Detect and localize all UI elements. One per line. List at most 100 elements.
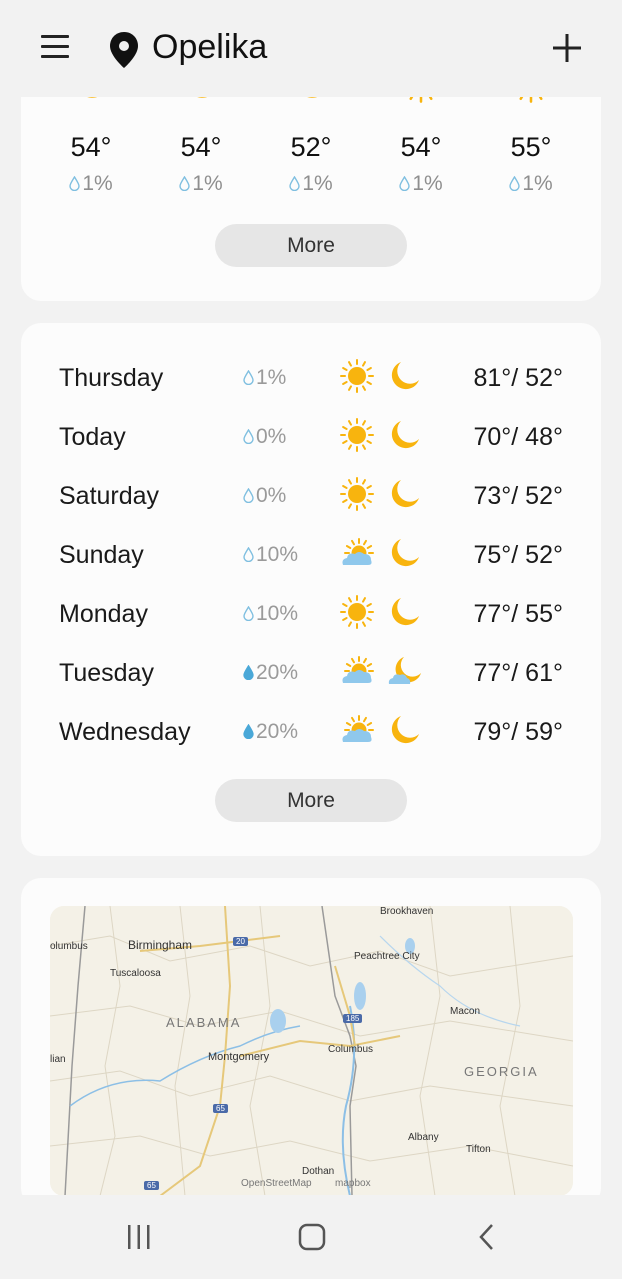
raindrop-icon [243, 425, 256, 448]
map-city-label: Tuscaloosa [110, 968, 161, 979]
map-attribution-osm[interactable]: OpenStreetMap [241, 1178, 312, 1189]
moon-icon [387, 476, 423, 517]
map-state-label: GEORGIA [464, 1064, 539, 1079]
high-low-temps: 70°/ 48° [473, 423, 563, 451]
hourly-forecast-card: 54° 1% 54° 1% 52° 1% 54° 1% 55° 1% More [21, 59, 601, 301]
daily-precip: 20% [243, 661, 298, 685]
daily-precip-value: 1% [256, 366, 287, 389]
daily-row[interactable]: Wednesday 20% 79°/ 59° [21, 708, 601, 758]
day-name: Thursday [59, 364, 164, 392]
map-city-label: olumbus [50, 941, 88, 952]
map-city-label: Peachtree City [354, 951, 420, 962]
highway-shield: 65 [213, 1104, 228, 1113]
partly-cloudy-icon [339, 653, 375, 694]
daily-precip: 0% [243, 425, 286, 449]
top-app-bar: Opelika [0, 0, 622, 97]
hourly-precip: 1% [46, 172, 136, 196]
daily-precip-value: 10% [256, 543, 299, 566]
daily-row[interactable]: Tuesday 20% 77°/ 61° [21, 649, 601, 699]
back-icon[interactable] [477, 1223, 497, 1251]
daily-precip: 0% [243, 484, 286, 508]
daily-row[interactable]: Today 0% 70°/ 48° [21, 413, 601, 463]
daily-precip: 1% [243, 366, 286, 390]
map-state-label: ALABAMA [166, 1015, 242, 1030]
high-low-temps: 81°/ 52° [473, 364, 563, 392]
raindrop-icon [243, 720, 256, 743]
map-city-label: Birmingham [128, 938, 193, 952]
hourly-precip: 1% [376, 172, 466, 196]
daily-precip: 20% [243, 720, 298, 744]
map-city-label: Tifton [466, 1144, 491, 1155]
raindrop-icon [69, 172, 82, 195]
moon-icon [387, 358, 423, 399]
location-pin-icon [110, 32, 138, 68]
weather-map[interactable]: Brookhaven olumbus Birmingham Peachtree … [50, 906, 573, 1196]
moon-icon [387, 594, 423, 635]
hourly-precip: 1% [156, 172, 246, 196]
hourly-precip-value: 1% [412, 172, 443, 195]
map-city-label: Montgomery [208, 1051, 270, 1063]
add-location-icon[interactable] [552, 33, 582, 63]
high-low-temps: 77°/ 55° [473, 600, 563, 628]
map-city-label: Macon [450, 1006, 481, 1017]
city-title[interactable]: Opelika [152, 28, 267, 67]
partly-cloudy-icon [339, 712, 375, 753]
hourly-more-button[interactable]: More [215, 224, 407, 267]
highway-shield: 185 [343, 1014, 363, 1023]
raindrop-icon [243, 602, 256, 625]
moon-icon [387, 712, 423, 753]
moon-icon [387, 417, 423, 458]
hourly-precip: 1% [266, 172, 356, 196]
hourly-precip-value: 1% [82, 172, 113, 195]
hourly-precip: 1% [486, 172, 576, 196]
day-name: Tuesday [59, 659, 154, 687]
raindrop-icon [243, 366, 256, 389]
highway-shield: 20 [233, 937, 248, 946]
radar-map-card: Brookhaven olumbus Birmingham Peachtree … [21, 878, 601, 1208]
raindrop-icon [509, 172, 522, 195]
raindrop-icon [289, 172, 302, 195]
hourly-temp: 54° [70, 132, 112, 162]
map-city-label: lian [50, 1054, 66, 1065]
hourly-precip-value: 1% [522, 172, 553, 195]
daily-precip-value: 0% [256, 484, 287, 507]
hourly-precip-value: 1% [192, 172, 223, 195]
daily-more-button[interactable]: More [215, 779, 407, 822]
day-name: Monday [59, 600, 148, 628]
daily-row[interactable]: Monday 10% 77°/ 55° [21, 590, 601, 640]
map-attribution-mapbox[interactable]: mapbox [335, 1178, 371, 1189]
sun-icon [339, 476, 375, 517]
hourly-temp: 54° [400, 132, 442, 162]
recent-apps-icon[interactable] [126, 1224, 152, 1250]
map-city-label: Dothan [302, 1166, 335, 1177]
hourly-temp: 54° [180, 132, 222, 162]
day-name: Sunday [59, 541, 144, 569]
sun-icon [339, 594, 375, 635]
day-name: Wednesday [59, 718, 191, 746]
hourly-temp: 52° [290, 132, 332, 162]
daily-row[interactable]: Saturday 0% 73°/ 52° [21, 472, 601, 522]
daily-precip-value: 20% [256, 661, 299, 684]
daily-precip: 10% [243, 543, 298, 567]
system-navigation-bar [0, 1195, 622, 1279]
cloudy-moon-icon [387, 653, 423, 694]
map-city-label: Albany [408, 1132, 439, 1143]
menu-icon[interactable] [41, 35, 69, 59]
raindrop-icon [243, 543, 256, 566]
raindrop-icon [243, 661, 256, 684]
day-name: Today [59, 423, 126, 451]
raindrop-icon [243, 484, 256, 507]
high-low-temps: 75°/ 52° [473, 541, 563, 569]
daily-precip-value: 0% [256, 425, 287, 448]
daily-precip-value: 10% [256, 602, 299, 625]
hourly-temp: 55° [510, 132, 552, 162]
daily-row[interactable]: Sunday 10% 75°/ 52° [21, 531, 601, 581]
raindrop-icon [179, 172, 192, 195]
daily-row[interactable]: Thursday 1% 81°/ 52° [21, 354, 601, 404]
daily-precip-value: 20% [256, 720, 299, 743]
raindrop-icon [399, 172, 412, 195]
daily-forecast-card: Thursday 1% 81°/ 52° Today 0% 70°/ 48° Saturda… [21, 323, 601, 856]
sun-icon [339, 358, 375, 399]
home-icon[interactable] [298, 1223, 326, 1251]
hourly-precip-value: 1% [302, 172, 333, 195]
